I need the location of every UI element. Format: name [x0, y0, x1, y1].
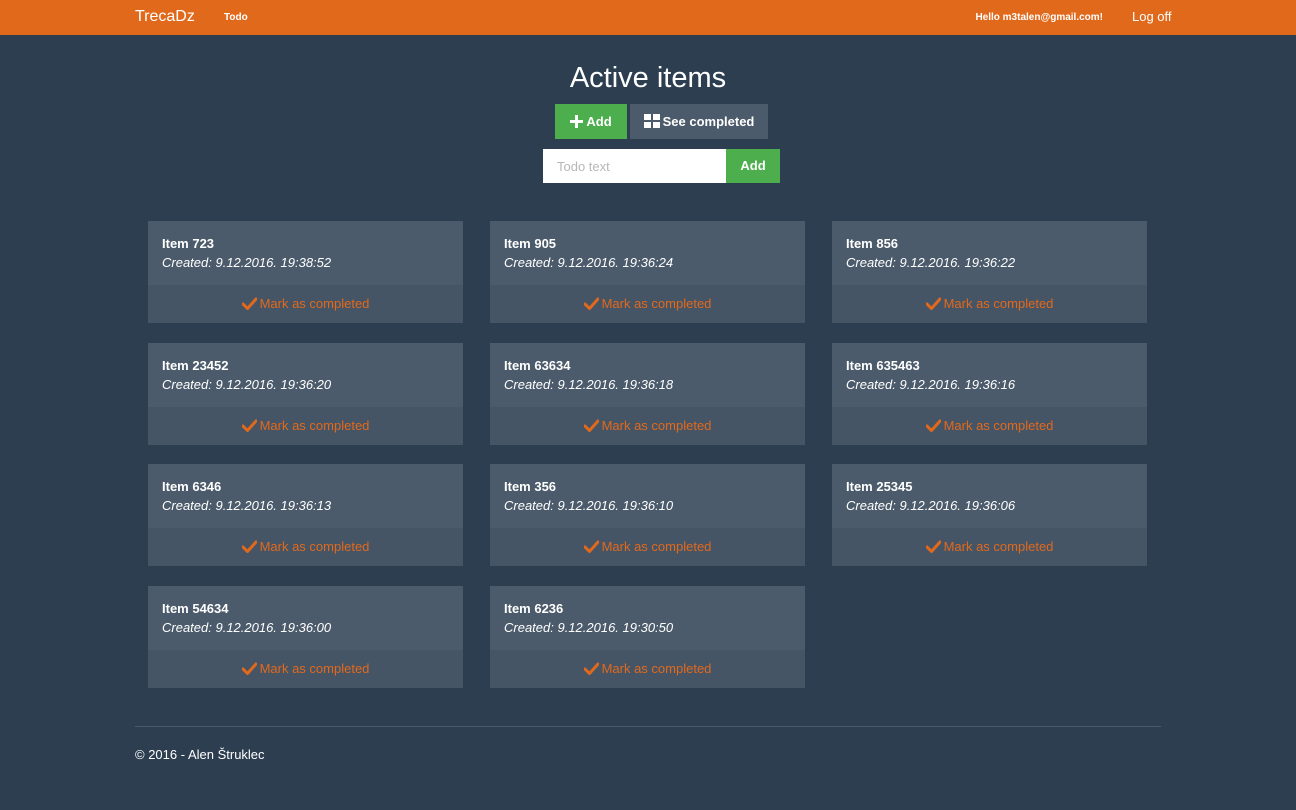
todo-title: Item 905: [504, 236, 557, 251]
mark-completed-label: Mark as completed: [259, 296, 370, 311]
mark-completed-button[interactable]: Mark as completed: [148, 285, 463, 323]
todo-card: Item 723 Created: 9.12.2016. 19:38:52 Mark…: [148, 221, 463, 323]
mark-completed-label: Mark as completed: [943, 296, 1054, 311]
mark-completed-label: Mark as completed: [601, 661, 712, 676]
footer-copyright: © 2016 - Alen Štruklec: [135, 747, 265, 762]
mark-completed-button[interactable]: Mark as completed: [832, 407, 1147, 445]
mark-completed-button[interactable]: Mark as completed: [490, 650, 805, 688]
todo-title: Item 25345: [846, 479, 913, 494]
todo-created: Created: 9.12.2016. 19:36:18: [504, 377, 674, 392]
checkmark-icon: [925, 297, 942, 310]
grid-icon: [643, 114, 660, 128]
checkmark-icon: [925, 540, 942, 553]
todo-card: Item 54634 Created: 9.12.2016. 19:36:00 Ma…: [148, 586, 463, 688]
todo-title: Item 23452: [162, 358, 229, 373]
mark-completed-button[interactable]: Mark as completed: [490, 285, 805, 323]
mark-completed-button[interactable]: Mark as completed: [148, 650, 463, 688]
todo-title: Item 723: [162, 236, 215, 251]
plus-icon: [570, 115, 584, 128]
submit-add-button[interactable]: Add: [726, 149, 780, 183]
todo-title: Item 635463: [846, 358, 920, 373]
mark-completed-button[interactable]: Mark as completed: [148, 528, 463, 566]
checkmark-icon: [241, 419, 258, 432]
mark-completed-label: Mark as completed: [943, 539, 1054, 554]
todo-card: Item 25345 Created: 9.12.2016. 19:36:06 Ma…: [832, 464, 1147, 566]
todo-title: Item 6236: [504, 601, 564, 616]
todo-created: Created: 9.12.2016. 19:36:24: [504, 255, 674, 270]
todo-title: Item 356: [504, 479, 557, 494]
todo-card: Item 6236 Created: 9.12.2016. 19:30:50 Mar…: [490, 586, 805, 688]
user-greeting-link[interactable]: Hello m3talen@gmail.com!: [975, 12, 1103, 23]
todo-title: Item 54634: [162, 601, 229, 616]
todo-created: Created: 9.12.2016. 19:36:22: [846, 255, 1016, 270]
mark-completed-button[interactable]: Mark as completed: [832, 285, 1147, 323]
todo-card: Item 6346 Created: 9.12.2016. 19:36:13 Mar…: [148, 464, 463, 566]
todo-created: Created: 9.12.2016. 19:36:10: [504, 498, 674, 513]
todo-created: Created: 9.12.2016. 19:36:13: [162, 498, 332, 513]
todo-card: Item 635463 Created: 9.12.2016. 19:36:16 M…: [832, 343, 1147, 445]
todo-card: Item 856 Created: 9.12.2016. 19:36:22 Mark…: [832, 221, 1147, 323]
mark-completed-label: Mark as completed: [601, 539, 712, 554]
checkmark-icon: [583, 419, 600, 432]
brand-link[interactable]: TrecaDz: [135, 8, 195, 26]
todo-created: Created: 9.12.2016. 19:36:20: [162, 377, 332, 392]
mark-completed-label: Mark as completed: [601, 296, 712, 311]
todo-created: Created: 9.12.2016. 19:36:00: [162, 620, 332, 635]
add-button[interactable]: Add: [555, 104, 627, 139]
see-completed-button[interactable]: See completed: [630, 104, 768, 139]
checkmark-icon: [925, 419, 942, 432]
checkmark-icon: [583, 297, 600, 310]
checkmark-icon: [583, 540, 600, 553]
mark-completed-button[interactable]: Mark as completed: [148, 407, 463, 445]
mark-completed-label: Mark as completed: [259, 418, 370, 433]
todo-card: Item 905 Created: 9.12.2016. 19:36:24 Mark…: [490, 221, 805, 323]
todo-created: Created: 9.12.2016. 19:36:06: [846, 498, 1016, 513]
mark-completed-label: Mark as completed: [943, 418, 1054, 433]
todo-title: Item 63634: [504, 358, 571, 373]
todo-created: Created: 9.12.2016. 19:38:52: [162, 255, 332, 270]
mark-completed-button[interactable]: Mark as completed: [832, 528, 1147, 566]
todo-card: Item 356 Created: 9.12.2016. 19:36:10 Mark…: [490, 464, 805, 566]
footer-divider: [135, 726, 1161, 727]
todo-card: Item 63634 Created: 9.12.2016. 19:36:18 Ma…: [490, 343, 805, 445]
todo-created: Created: 9.12.2016. 19:30:50: [504, 620, 674, 635]
add-button-label: Add: [586, 114, 612, 129]
see-completed-label: See completed: [662, 114, 755, 129]
logoff-link[interactable]: Log off: [1132, 9, 1172, 24]
todo-title: Item 6346: [162, 479, 222, 494]
todo-text-input[interactable]: [543, 149, 726, 183]
mark-completed-button[interactable]: Mark as completed: [490, 528, 805, 566]
checkmark-icon: [241, 662, 258, 675]
todo-created: Created: 9.12.2016. 19:36:16: [846, 377, 1016, 392]
checkmark-icon: [241, 540, 258, 553]
navbar: TrecaDz Todo Hello m3talen@gmail.com! Lo…: [0, 0, 1296, 35]
todo-card: Item 23452 Created: 9.12.2016. 19:36:20 Ma…: [148, 343, 463, 445]
nav-todo-link[interactable]: Todo: [224, 12, 248, 23]
page-title: Active items: [569, 62, 727, 94]
checkmark-icon: [583, 662, 600, 675]
mark-completed-label: Mark as completed: [259, 661, 370, 676]
checkmark-icon: [241, 297, 258, 310]
mark-completed-label: Mark as completed: [601, 418, 712, 433]
todo-title: Item 856: [846, 236, 899, 251]
mark-completed-button[interactable]: Mark as completed: [490, 407, 805, 445]
mark-completed-label: Mark as completed: [259, 539, 370, 554]
